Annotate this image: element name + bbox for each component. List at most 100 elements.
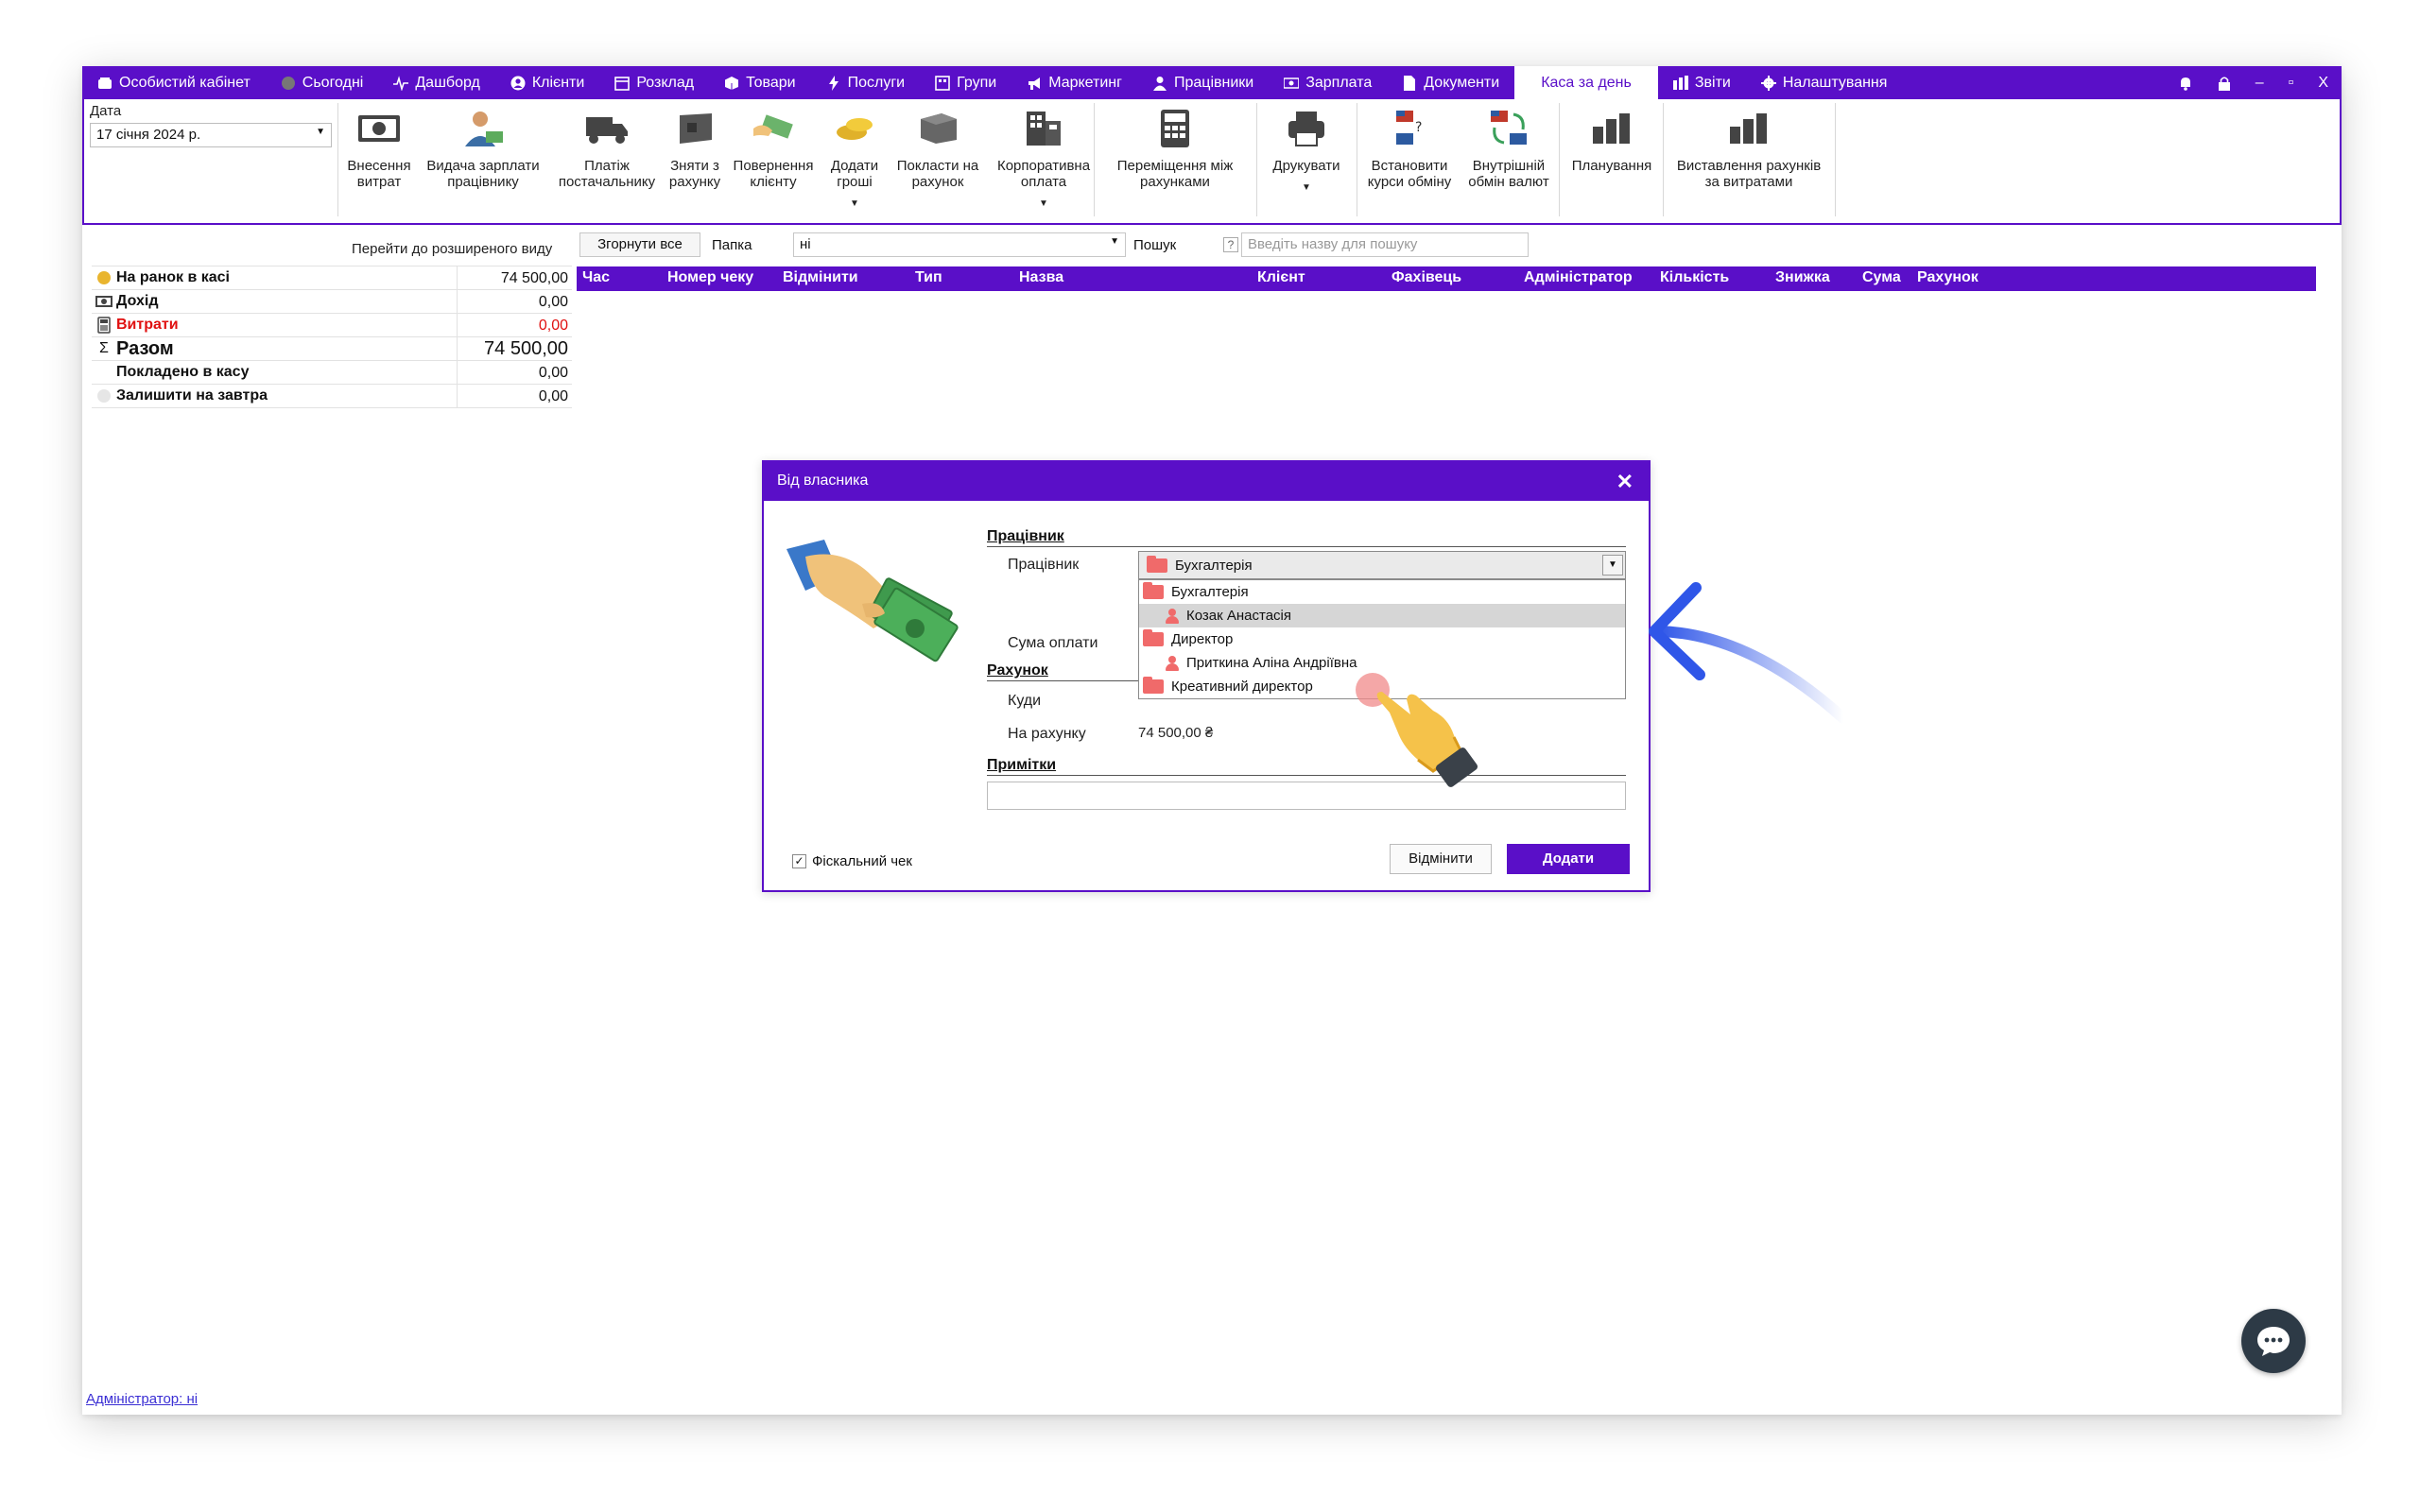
planning-button[interactable]: Планування (1564, 99, 1659, 220)
corporate-payment-button[interactable]: Корпоративна оплата ▼ (992, 99, 1096, 220)
nav-label: Розклад (636, 74, 695, 91)
column-header[interactable]: Сума (1862, 269, 1901, 286)
nav-item-personal-cabinet[interactable]: Особистий кабінет (82, 66, 266, 99)
dropdown-item-label: Креативний директор (1171, 679, 1313, 695)
column-header[interactable]: Фахівець (1392, 269, 1461, 286)
print-button[interactable]: Друкувати ▼ (1262, 99, 1351, 220)
date-picker[interactable]: 17 січня 2024 р. ▼ (90, 123, 332, 147)
column-header[interactable]: Тип (915, 269, 942, 286)
nav-label: Товари (746, 74, 796, 91)
nav-item-goods[interactable]: Товари (709, 66, 810, 99)
wallet-icon (98, 77, 112, 89)
section-divider (987, 775, 1626, 776)
add-money-button[interactable]: Додати гроші ▼ (825, 99, 884, 220)
supplier-payment-button[interactable]: Платіж постачальнику (555, 99, 659, 220)
help-icon[interactable]: ? (1223, 237, 1238, 252)
nav-item-dashboard[interactable]: Дашборд (378, 66, 495, 99)
nav-label: Особистий кабінет (119, 74, 251, 91)
dropdown-item-label: Директор (1171, 631, 1234, 647)
nav-item-today[interactable]: Сьогодні (266, 66, 379, 99)
bell-icon[interactable] (2178, 76, 2193, 91)
expense-invoicing-button[interactable]: Виставлення рахунків за витратами (1668, 99, 1829, 220)
nav-item-services[interactable]: Послуги (811, 66, 921, 99)
search-label: Пошук (1133, 237, 1177, 253)
nav-item-employees[interactable]: Працівники (1137, 66, 1269, 99)
nav-item-clients[interactable]: Клієнти (495, 66, 599, 99)
withdraw-from-account-button[interactable]: Зняти з рахунку (666, 99, 723, 220)
restore-button[interactable]: ▫ (2289, 75, 2294, 92)
nav-item-documents[interactable]: Документи (1387, 66, 1514, 99)
calendar-icon (614, 76, 631, 91)
nav-item-settings[interactable]: Налаштування (1746, 66, 1903, 99)
close-icon[interactable]: ✕ (1616, 470, 1634, 494)
summary-value: 74 500,00 (457, 266, 572, 290)
folder-value: ні (800, 236, 811, 252)
from-owner-dialog: Від власника ✕ Працівник Працівник Бухга… (762, 460, 1651, 892)
folder-select[interactable]: ні ▼ (793, 232, 1126, 257)
fiscal-label: Фіскальний чек (812, 853, 912, 869)
pointing-hand-cursor-icon (1356, 673, 1478, 787)
folder-icon (1143, 629, 1164, 646)
notes-input[interactable] (987, 782, 1626, 810)
cash-icon (358, 115, 400, 142)
dropdown-item-folder[interactable]: Бухгалтерія (1139, 580, 1625, 604)
chevron-down-icon[interactable]: ▼ (1602, 555, 1623, 576)
cancel-button[interactable]: Відмінити (1390, 844, 1492, 874)
section-account: Рахунок (987, 662, 1048, 679)
column-header[interactable]: Адміністратор (1524, 269, 1633, 286)
summary-row-morning-balance: На ранок в касі 74 500,00 (92, 266, 572, 290)
extended-view-link[interactable]: Перейти до розширеного виду (352, 241, 552, 257)
summary-value: 0,00 (457, 384, 572, 408)
minimize-button[interactable]: – (2256, 75, 2264, 92)
fiscal-receipt-checkbox[interactable]: ✓ Фіскальний чек (792, 853, 912, 869)
summary-row-leave-for-tomorrow: Залишити на завтра 0,00 (92, 384, 572, 408)
pay-salary-button[interactable]: Видача зарплати працівнику (423, 99, 544, 220)
administrator-link[interactable]: Адміністратор: ні (86, 1391, 198, 1407)
column-header[interactable]: Назва (1019, 269, 1063, 286)
coins-icon (837, 118, 873, 140)
nav-item-marketing[interactable]: Маркетинг (1011, 66, 1137, 99)
column-header[interactable]: Номер чеку (667, 269, 753, 286)
payment-sum-label: Сума оплати (1008, 635, 1098, 651)
column-header[interactable]: Відмінити (783, 269, 858, 286)
curved-arrow-icon (1649, 582, 1849, 724)
column-header[interactable]: Рахунок (1917, 269, 1979, 286)
close-window-button[interactable]: X (2318, 75, 2328, 92)
transfer-between-accounts-button[interactable]: Переміщення між рахунками (1099, 99, 1251, 220)
collapse-all-button[interactable]: Згорнути все (579, 232, 700, 257)
column-header[interactable]: Час (582, 269, 610, 286)
deposit-to-account-button[interactable]: Покласти на рахунок (891, 99, 984, 220)
truck-icon (586, 117, 628, 144)
column-header[interactable]: Кількість (1660, 269, 1729, 286)
employee-select[interactable]: Бухгалтерія ▼ (1138, 551, 1626, 579)
lock-icon[interactable] (2218, 76, 2231, 91)
money-icon (1284, 77, 1300, 89)
nav-item-cash-for-day[interactable]: Каса за день (1514, 66, 1658, 99)
chat-button[interactable] (2241, 1309, 2306, 1373)
nav-item-schedule[interactable]: Розклад (599, 66, 709, 99)
add-button[interactable]: Додати (1507, 844, 1630, 874)
search-input[interactable]: Введіть назву для пошуку (1241, 232, 1529, 257)
add-expense-button[interactable]: Внесення витрат (343, 99, 415, 220)
nav-item-salary[interactable]: Зарплата (1269, 66, 1387, 99)
client-refund-button[interactable]: Повернення клієнту (731, 99, 816, 220)
employee-label: Працівник (1008, 557, 1080, 573)
nav-label: Налаштування (1782, 74, 1888, 91)
nav-item-groups[interactable]: Групи (920, 66, 1011, 99)
dialog-title: Від власника (777, 472, 869, 489)
chevron-down-icon: ▼ (1039, 198, 1048, 209)
dropdown-item-label: Козак Анастасія (1186, 608, 1291, 624)
column-header[interactable]: Клієнт (1257, 269, 1305, 286)
internal-currency-exchange-button[interactable]: Внутрішній обмін валют (1462, 99, 1555, 220)
gear-icon (1760, 75, 1776, 91)
set-exchange-rates-button[interactable]: ? Встановити курси обміну (1360, 99, 1459, 220)
dropdown-item-person[interactable]: Козак Анастасія (1139, 604, 1625, 627)
ribbon-label: Друкувати (1272, 158, 1340, 174)
dropdown-item-folder[interactable]: Директор (1139, 627, 1625, 651)
column-header[interactable]: Знижка (1775, 269, 1830, 286)
nav-label: Маркетинг (1048, 74, 1122, 91)
nav-item-reports[interactable]: Звіти (1658, 66, 1746, 99)
nav-label: Зарплата (1305, 74, 1373, 91)
cash-icon (95, 296, 112, 307)
date-value: 17 січня 2024 р. (96, 127, 201, 143)
